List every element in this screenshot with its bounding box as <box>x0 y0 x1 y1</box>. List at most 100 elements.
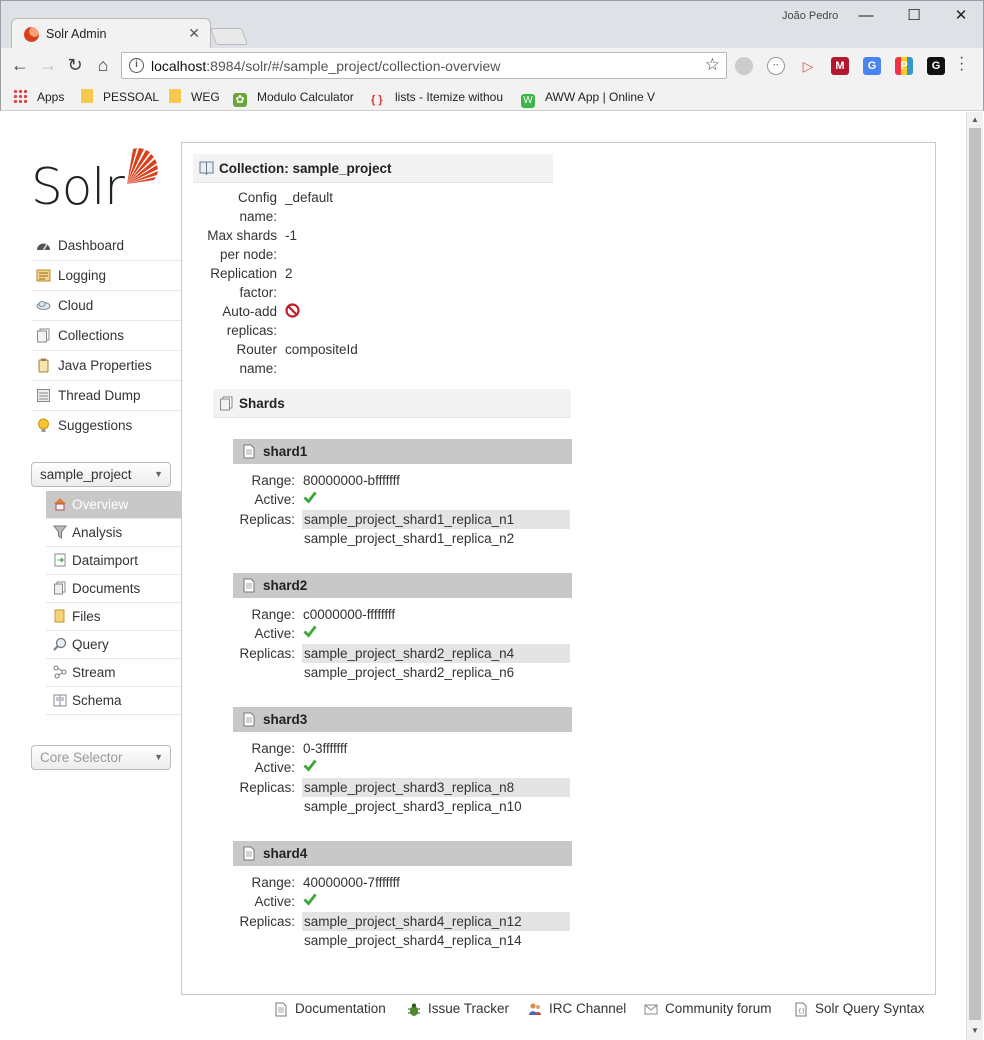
bookmarks-bar: Apps PESSOAL WEG ✿ Modulo Calculator { } l… <box>0 84 984 111</box>
files-icon <box>54 609 65 623</box>
collection-overview-panel: Collection: sample_project Config name: _… <box>181 142 936 995</box>
document-icon <box>275 1002 287 1017</box>
menu-item-documents[interactable]: Documents <box>46 575 181 603</box>
footer-documentation-link[interactable]: Documentation <box>275 1000 386 1018</box>
new-tab-button[interactable] <box>209 28 249 45</box>
menu-item-java-properties[interactable]: Java Properties <box>31 351 181 381</box>
extension-6-icon[interactable]: P <box>895 57 913 75</box>
footer-irc-channel-link[interactable]: IRC Channel <box>529 1000 626 1018</box>
menu-item-overview[interactable]: Overview <box>46 491 181 519</box>
replica-item[interactable]: sample_project_shard4_replica_n14 <box>302 931 570 950</box>
extension-4-icon[interactable]: M <box>831 57 849 75</box>
bookmark-lists[interactable]: { } lists - Itemize withou <box>371 88 503 106</box>
replica-item[interactable]: sample_project_shard4_replica_n12 <box>302 912 570 931</box>
menu-item-files[interactable]: Files <box>46 603 181 631</box>
disabled-icon <box>285 303 300 318</box>
chevron-down-icon: ▼ <box>154 752 163 762</box>
collection-title: Collection: sample_project <box>219 161 392 176</box>
menu-item-analysis[interactable]: Analysis <box>46 519 181 547</box>
main-menu: Dashboard Logging Cloud Collections Java… <box>31 231 181 441</box>
site-info-icon[interactable]: i <box>129 58 144 73</box>
extension-7-icon[interactable]: G <box>927 57 945 75</box>
menu-item-cloud[interactable]: Cloud <box>31 291 181 321</box>
menu-item-collections[interactable]: Collections <box>31 321 181 351</box>
replica-item[interactable]: sample_project_shard3_replica_n8 <box>302 778 570 797</box>
scroll-up-icon[interactable]: ▲ <box>970 115 980 124</box>
translate-extension-icon[interactable]: G <box>863 57 881 75</box>
replica-item[interactable]: sample_project_shard2_replica_n6 <box>302 663 570 682</box>
bookmark-weg[interactable]: WEG <box>169 88 220 106</box>
browser-menu-icon[interactable]: · · · <box>959 50 964 78</box>
footer-community-forum-link[interactable]: Community forum <box>644 1000 772 1018</box>
menu-item-stream[interactable]: Stream <box>46 659 181 687</box>
menu-item-dashboard[interactable]: Dashboard <box>31 231 181 261</box>
menu-item-logging[interactable]: Logging <box>31 261 181 291</box>
shard-header[interactable]: shard3 <box>233 707 572 732</box>
bookmark-star-icon[interactable]: ☆ <box>705 55 720 75</box>
range-label: Range: <box>251 607 295 622</box>
footer-issue-tracker-link[interactable]: Issue Tracker <box>408 1000 509 1018</box>
replica-item[interactable]: sample_project_shard3_replica_n10 <box>302 797 570 816</box>
collection-selector[interactable]: sample_project ▼ <box>31 462 171 487</box>
profile-name[interactable]: João Pedro <box>782 10 838 22</box>
checkmark-icon <box>303 491 317 504</box>
forward-icon[interactable]: → <box>37 54 59 76</box>
replicas-label: Replicas: <box>239 646 295 661</box>
menu-item-suggestions[interactable]: Suggestions <box>31 411 181 441</box>
range-label: Range: <box>251 473 295 488</box>
range-label: Range: <box>251 875 295 890</box>
menu-item-thread-dump[interactable]: Thread Dump <box>31 381 181 411</box>
footer-solr-query-syntax-link[interactable]: {} Solr Query Syntax <box>795 1000 925 1018</box>
address-bar[interactable]: i localhost:8984/solr/#/sample_project/c… <box>121 52 727 79</box>
extension-2-icon[interactable]: ·· <box>767 57 785 75</box>
prop-value-config-name: _default <box>285 190 334 205</box>
replica-item[interactable]: sample_project_shard1_replica_n2 <box>302 529 570 548</box>
shard-header[interactable]: shard4 <box>233 841 572 866</box>
reload-icon[interactable]: ↻ <box>64 54 86 76</box>
magnifier-icon <box>53 637 67 651</box>
menu-item-dataimport[interactable]: Dataimport <box>46 547 181 575</box>
aww-icon: W <box>521 94 535 108</box>
prop-label-auto-add-replicas: Auto-add replicas: <box>222 304 277 338</box>
core-selector[interactable]: Core Selector ▼ <box>31 745 171 770</box>
lightbulb-icon <box>38 418 49 432</box>
browser-tab[interactable]: Solr Admin ✕ <box>11 18 211 49</box>
bookmark-apps[interactable]: Apps <box>13 88 64 106</box>
menu-item-query[interactable]: Query <box>46 631 181 659</box>
minimize-icon[interactable]: — <box>843 5 889 27</box>
page-scrollbar[interactable]: ▲ ▼ <box>966 112 983 1040</box>
prop-label-max-shards: Max shards per node: <box>207 228 277 262</box>
scroll-down-icon[interactable]: ▼ <box>970 1026 980 1035</box>
checkmark-icon <box>303 759 317 772</box>
shards-icon <box>220 396 233 411</box>
home-page-icon[interactable]: ⌂ <box>92 54 114 76</box>
maximize-icon[interactable]: ☐ <box>891 5 937 27</box>
shard-document-icon <box>243 846 255 861</box>
shard-header[interactable]: shard1 <box>233 439 572 464</box>
collection-header: Collection: sample_project <box>193 154 553 183</box>
shard-document-icon <box>243 444 255 459</box>
mail-icon <box>644 1004 658 1015</box>
back-icon[interactable]: ← <box>9 54 31 76</box>
active-label: Active: <box>254 760 295 775</box>
cloud-icon <box>36 301 51 310</box>
shard-header[interactable]: shard2 <box>233 573 572 598</box>
schema-icon <box>53 694 67 707</box>
url-text[interactable]: localhost:8984/solr/#/sample_project/col… <box>151 58 500 74</box>
tab-close-icon[interactable]: ✕ <box>188 25 200 42</box>
range-label: Range: <box>251 741 295 756</box>
bookmark-modulo-calculator[interactable]: ✿ Modulo Calculator <box>233 88 354 107</box>
scrollbar-thumb[interactable] <box>969 128 981 1020</box>
extension-1-icon[interactable] <box>735 57 753 75</box>
home-icon <box>54 498 66 511</box>
menu-item-schema[interactable]: Schema <box>46 687 181 715</box>
replica-item[interactable]: sample_project_shard2_replica_n4 <box>302 644 570 663</box>
bookmark-aww-app[interactable]: W AWW App | Online V <box>521 88 655 108</box>
shard-range: c0000000-ffffffff <box>303 607 396 622</box>
extension-3-icon[interactable]: ▷ <box>799 57 817 75</box>
replica-item[interactable]: sample_project_shard1_replica_n1 <box>302 510 570 529</box>
shard-active <box>303 490 317 504</box>
solr-logo[interactable]: Solr <box>31 144 171 216</box>
close-window-icon[interactable]: ✕ <box>938 5 984 27</box>
bookmark-pessoal[interactable]: PESSOAL <box>81 88 159 106</box>
